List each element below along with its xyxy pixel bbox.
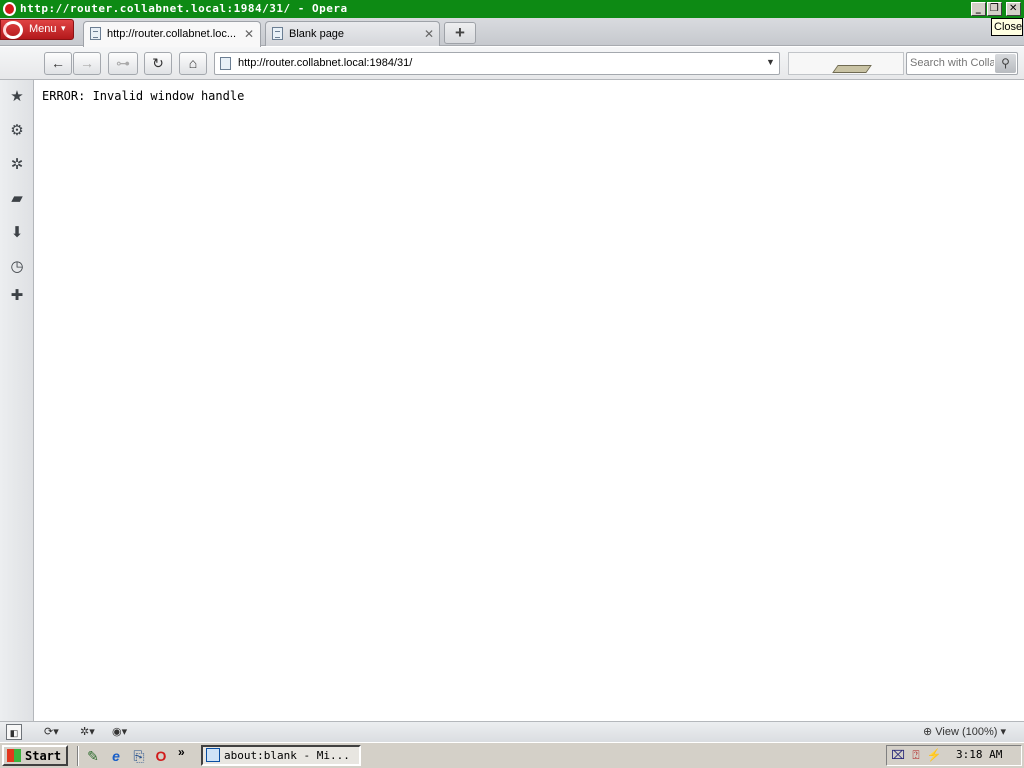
opera-launch-icon[interactable]: O	[152, 747, 170, 765]
tab-blank-page[interactable]: Blank page ✕	[265, 21, 440, 46]
clock: 3:18 AM	[956, 748, 1003, 761]
internet-explorer-icon[interactable]: e	[107, 747, 125, 765]
close-tooltip: Close	[991, 18, 1023, 36]
window-title: http://router.collabnet.local:1984/31/ -…	[20, 2, 348, 15]
security-icon[interactable]: ⍰	[908, 748, 924, 763]
chevron-down-icon: ▾	[61, 23, 66, 33]
sync-icon[interactable]: ⟳▾	[44, 724, 72, 740]
add-panel-icon[interactable]: ✚	[8, 287, 26, 305]
close-window-button[interactable]: ✕	[1006, 2, 1021, 16]
address-input[interactable]	[238, 57, 758, 69]
status-bar: ◧ ⟳▾ ✲▾ ◉▾ ⊕ View (100%) ▾	[0, 721, 1024, 742]
history-icon[interactable]: ◷	[8, 258, 26, 276]
network-icon[interactable]: ⌧	[890, 748, 906, 763]
window-title-bar: http://router.collabnet.local:1984/31/ -…	[0, 0, 1024, 18]
home-button[interactable]: ⌂	[179, 52, 207, 75]
tab-close-icon[interactable]: ✕	[424, 27, 434, 41]
opera-menu-logo-icon	[3, 21, 23, 39]
search-bar[interactable]: ⚲	[906, 52, 1018, 75]
error-message: ERROR: Invalid window handle	[42, 89, 245, 103]
new-tab-button[interactable]: +	[444, 22, 476, 44]
extensions-icon[interactable]: ⚙	[8, 122, 26, 140]
quick-launch-divider	[77, 746, 79, 766]
page-icon	[272, 27, 283, 40]
view-zoom-button[interactable]: ⊕ View (100%) ▾	[923, 724, 1021, 740]
widget-graphic	[832, 65, 872, 73]
menu-label: Menu	[29, 23, 57, 35]
address-bar[interactable]: ▼	[214, 52, 780, 75]
back-button[interactable]: ←	[44, 52, 72, 75]
navigation-toolbar: ← → ⊶ ↻ ⌂ ▼ ⚲	[0, 47, 1024, 80]
page-icon	[90, 27, 101, 40]
taskbar-window-label: about:blank - Mi...	[224, 749, 350, 762]
opera-logo-icon	[3, 2, 16, 16]
unite-icon[interactable]: ✲	[8, 156, 26, 174]
tab-strip: Menu ▾ http://router.collabnet.loc... ✕ …	[0, 18, 1024, 47]
windows-flag-icon	[7, 749, 21, 762]
wand-password-button[interactable]: ⊶	[108, 52, 138, 75]
minimize-button[interactable]: _	[971, 2, 986, 16]
tab-label: Blank page	[289, 28, 345, 40]
address-dropdown-icon[interactable]: ▼	[766, 57, 775, 67]
restore-button[interactable]: ❐	[987, 2, 1002, 16]
opera-menu-button[interactable]: Menu ▾	[0, 19, 74, 40]
edit-icon[interactable]: ✎	[84, 747, 102, 765]
quick-launch-more-icon[interactable]: »	[178, 745, 185, 759]
windows-taskbar: Start ✎ e ⎘ O » about:blank - Mi... ⌧ ⍰ …	[0, 742, 1024, 768]
search-input[interactable]	[910, 57, 994, 69]
power-icon[interactable]: ⚡	[926, 748, 942, 763]
page-content: ERROR: Invalid window handle	[35, 81, 1024, 721]
start-label: Start	[25, 749, 62, 763]
start-button[interactable]: Start	[2, 745, 68, 766]
search-icon[interactable]: ⚲	[995, 54, 1016, 73]
system-tray: ⌧ ⍰ ⚡ 3:18 AM	[886, 745, 1022, 766]
ie-window-icon	[206, 748, 220, 762]
reload-button[interactable]: ↻	[144, 52, 172, 75]
forward-button[interactable]: →	[73, 52, 101, 75]
page-icon	[220, 57, 231, 70]
toolbar-widget	[788, 52, 904, 75]
notes-icon[interactable]: ▰	[8, 190, 26, 208]
tab-router-collabnet[interactable]: http://router.collabnet.loc... ✕	[83, 21, 261, 47]
downloads-icon[interactable]: ⬇	[8, 224, 26, 242]
tab-close-icon[interactable]: ✕	[244, 27, 254, 41]
taskbar-window-button[interactable]: about:blank - Mi...	[201, 745, 361, 766]
desktop-icon[interactable]: ⎘	[130, 747, 148, 765]
bookmarks-icon[interactable]: ★	[8, 88, 26, 106]
panel-toggle-icon[interactable]: ◧	[6, 724, 22, 740]
unite-status-icon[interactable]: ✲▾	[80, 724, 104, 740]
turbo-icon[interactable]: ◉▾	[112, 724, 142, 740]
tab-label: http://router.collabnet.loc...	[107, 28, 237, 40]
panel-sidebar: ★ ⚙ ✲ ▰ ⬇ ◷ ✚	[0, 80, 34, 721]
